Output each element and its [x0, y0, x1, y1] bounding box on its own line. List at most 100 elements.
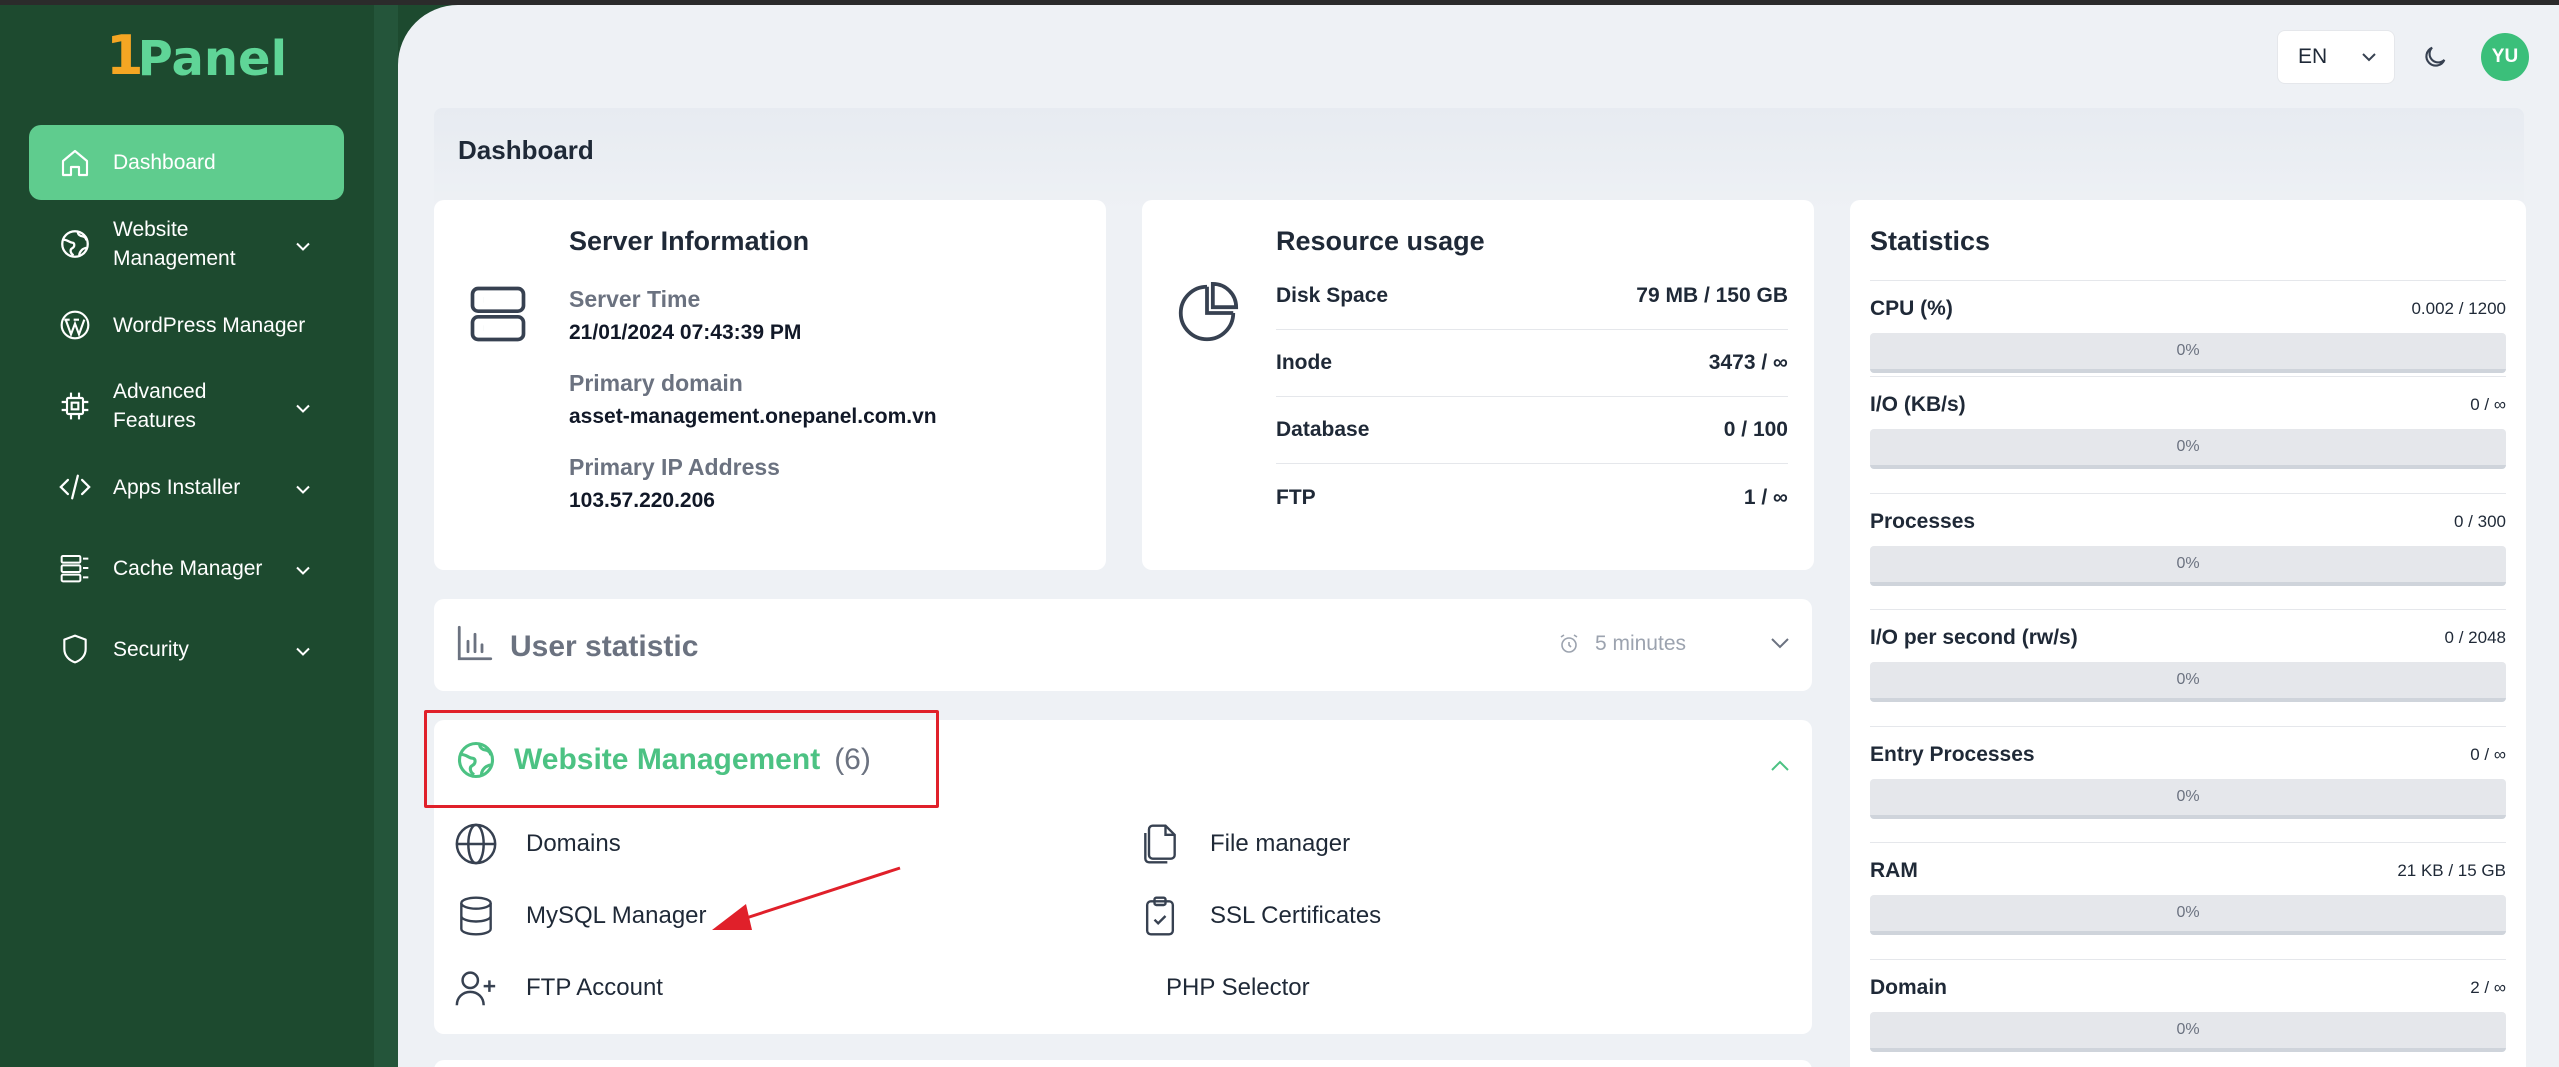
resource-row-ftp: FTP 1 / ∞ — [1276, 464, 1788, 531]
stat-name: I/O per second (rw/s) — [1870, 626, 2078, 649]
website-item-label: Domains — [526, 830, 621, 857]
website-item-label: SSL Certificates — [1210, 902, 1382, 929]
website-item-label: PHP Selector — [1166, 974, 1310, 1001]
sidebar-item-advanced-features[interactable]: Advanced Features — [29, 369, 344, 443]
stat-value: 21 KB / 15 GB — [2397, 861, 2506, 880]
highlight-box — [424, 710, 939, 808]
primary-domain-label: Primary domain — [569, 370, 743, 396]
sidebar: 1 Panel Dashboard Website Management Wor… — [0, 5, 374, 1067]
alarm-clock-icon — [1560, 634, 1578, 653]
resource-value: 3473 / ∞ — [1708, 351, 1788, 374]
avatar[interactable]: YU — [2481, 33, 2529, 81]
home-icon — [57, 145, 93, 181]
website-item-label: FTP Account — [526, 974, 663, 1001]
stat-progress-bar: 0% — [1870, 779, 2506, 819]
resource-usage-card: Resource usage Disk Space 79 MB / 150 GB… — [1142, 200, 1814, 570]
divider — [1870, 280, 2506, 281]
sidebar-item-cache-manager[interactable]: Cache Manager — [29, 531, 344, 605]
stat-name: Processes — [1870, 510, 1976, 533]
sidebar-edge — [374, 5, 398, 1067]
website-item-label: File manager — [1210, 830, 1351, 857]
stat-value: 0 / 300 — [2454, 512, 2506, 531]
stat-name: I/O (KB/s) — [1870, 393, 1966, 416]
stat-name: RAM — [1870, 859, 1918, 882]
chevron-down-icon — [296, 485, 310, 494]
resource-value: 0 / 100 — [1723, 418, 1788, 441]
sidebar-item-label: Cache Manager — [113, 556, 263, 580]
page-header: Dashboard — [434, 108, 2524, 212]
stat-ram: RAM 21 KB / 15 GB 0% — [1870, 842, 2506, 935]
sidebar-item-label: Website Management — [113, 218, 236, 270]
language-select[interactable]: EN — [2277, 30, 2395, 84]
website-item-mysql-manager[interactable]: MySQL Manager — [452, 892, 707, 940]
panel-title: User statistic — [510, 630, 699, 663]
sidebar-item-website-management[interactable]: Website Management — [29, 207, 344, 281]
sidebar-item-wordpress-manager[interactable]: WordPress Manager — [29, 288, 344, 362]
stat-domain: Domain 2 / ∞ 0% — [1870, 959, 2506, 1052]
next-panel-edge — [434, 1060, 1812, 1067]
stat-io: I/O (KB/s) 0 / ∞ 0% — [1870, 376, 2506, 469]
top-controls: EN YU — [2277, 30, 2529, 84]
globe-icon — [452, 820, 500, 868]
sidebar-item-label: Advanced Features — [113, 380, 207, 432]
code-icon — [57, 469, 93, 505]
chevron-down-icon — [296, 242, 310, 251]
user-statistic-panel[interactable]: User statistic 5 minutes — [434, 599, 1812, 691]
sidebar-item-dashboard[interactable]: Dashboard — [29, 125, 344, 200]
chevron-down-icon — [296, 566, 310, 575]
server-icon — [470, 286, 526, 342]
statistics-card: Statistics CPU (%) 0.002 / 1200 0% I/O (K… — [1850, 200, 2526, 1067]
chevron-up-icon[interactable] — [1770, 760, 1790, 772]
resource-label: Inode — [1276, 351, 1332, 374]
website-item-ftp-account[interactable]: FTP Account — [452, 964, 663, 1012]
divider — [1870, 726, 2506, 727]
stat-name: Domain — [1870, 976, 1948, 999]
logo-text: Panel — [137, 31, 288, 87]
chevron-down-icon — [296, 647, 310, 656]
resource-label: Disk Space — [1276, 284, 1389, 307]
stat-percent: 0% — [2176, 1021, 2200, 1038]
refresh-interval[interactable]: 5 minutes — [1557, 632, 1686, 656]
stat-percent: 0% — [2176, 555, 2200, 572]
stat-value: 0 / ∞ — [2470, 395, 2506, 414]
language-value: EN — [2298, 45, 2328, 68]
website-item-file-manager[interactable]: File manager — [1136, 820, 1350, 868]
stat-value: 0 / ∞ — [2470, 745, 2506, 764]
sidebar-item-apps-installer[interactable]: Apps Installer — [29, 450, 344, 524]
chevron-down-icon — [2362, 53, 2376, 62]
stat-value: 2 / ∞ — [2470, 978, 2506, 997]
logo[interactable]: 1 Panel — [106, 23, 288, 87]
chevron-down-icon — [296, 404, 310, 413]
annotation-arrow — [712, 866, 901, 930]
sidebar-item-label: Security — [113, 637, 189, 661]
stat-name: CPU (%) — [1870, 297, 1953, 320]
website-item-ssl-certificates[interactable]: SSL Certificates — [1136, 892, 1381, 940]
chevron-down-icon[interactable] — [1770, 637, 1790, 649]
resource-value: 79 MB / 150 GB — [1636, 284, 1788, 307]
sidebar-item-security[interactable]: Security — [29, 612, 344, 686]
website-item-domains[interactable]: Domains — [452, 820, 621, 868]
pie-chart-icon — [1178, 281, 1239, 342]
resource-row-disk: Disk Space 79 MB / 150 GB — [1276, 263, 1788, 330]
resource-label: FTP — [1276, 485, 1316, 509]
primary-domain-value: asset-management.onepanel.com.vn — [569, 405, 937, 428]
resource-row-inode: Inode 3473 / ∞ — [1276, 330, 1788, 397]
stat-percent: 0% — [2176, 342, 2200, 359]
stat-value: 0.002 / 1200 — [2411, 299, 2506, 318]
stat-progress-bar: 0% — [1870, 546, 2506, 586]
server-time-label: Server Time — [569, 286, 701, 312]
resource-label: Database — [1276, 418, 1370, 441]
stat-processes: Processes 0 / 300 0% — [1870, 493, 2506, 586]
sidebar-item-label: WordPress Manager — [113, 313, 306, 337]
page-title: Dashboard — [458, 135, 594, 165]
clipboard-check-icon — [1136, 892, 1184, 940]
stat-iops: I/O per second (rw/s) 0 / 2048 0% — [1870, 609, 2506, 702]
stat-entry-processes: Entry Processes 0 / ∞ 0% — [1870, 726, 2506, 819]
sidebar-nav: Dashboard Website Management WordPress M… — [29, 125, 344, 693]
server-information-card: Server Information Server Time 21/01/202… — [434, 200, 1106, 570]
files-icon — [1136, 820, 1184, 868]
website-item-php-selector[interactable]: PHP Selector — [1166, 964, 1310, 1012]
primary-ip-label: Primary IP Address — [569, 454, 780, 480]
divider — [1870, 493, 2506, 494]
dark-mode-toggle[interactable] — [2415, 37, 2455, 77]
